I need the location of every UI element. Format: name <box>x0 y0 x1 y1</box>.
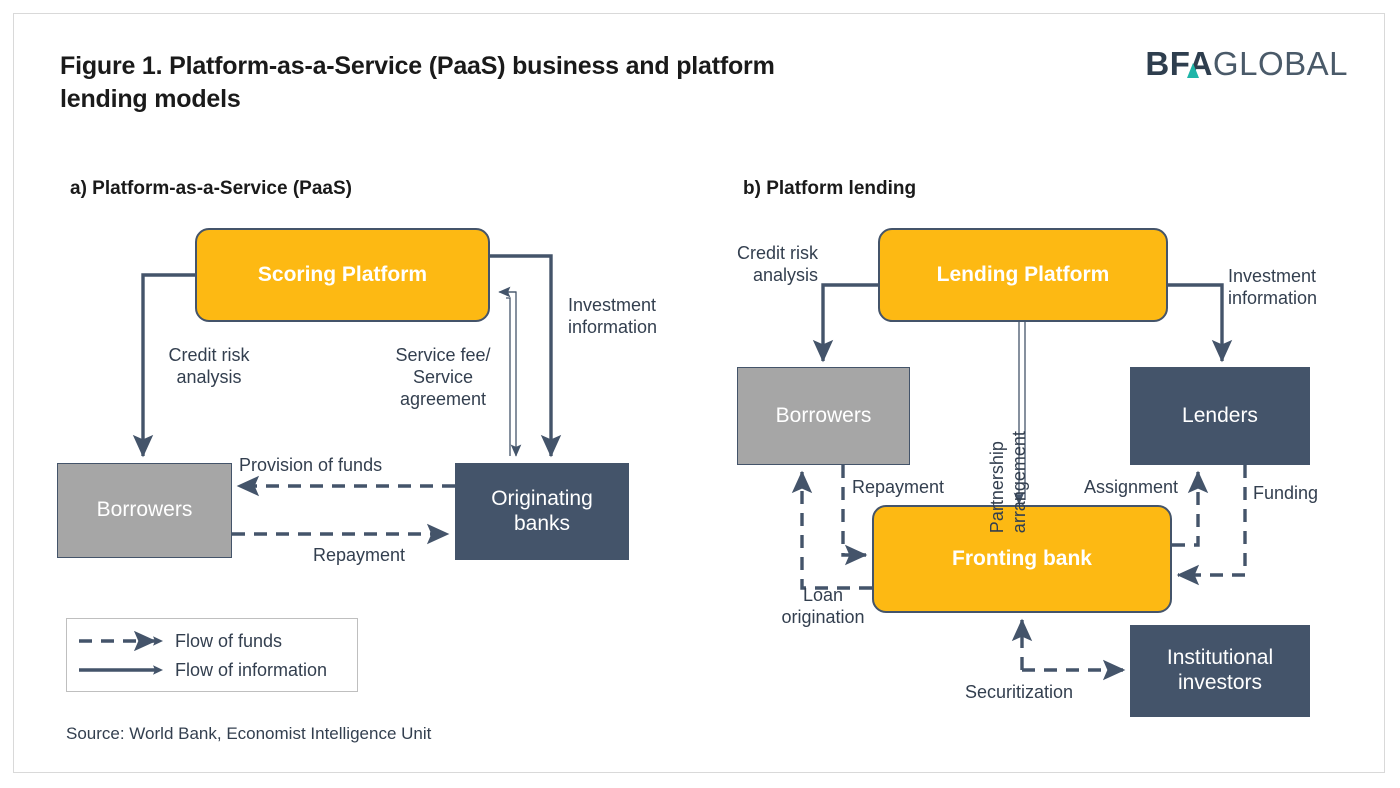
legend-label-information: Flow of information <box>175 659 328 680</box>
label-b-securitization: Securitization <box>965 682 1074 702</box>
panel-a-heading: a) Platform-as-a-Service (PaaS) <box>70 178 352 199</box>
label-a-service-fee: Service fee/ Service agreement <box>395 345 491 409</box>
node-borrowers-a-label: Borrowers <box>96 498 193 522</box>
logo-bfa-text: BFA <box>1145 45 1213 82</box>
node-borrowers-a[interactable]: Borrowers <box>57 463 232 558</box>
label-b-partnership: Partnership arrangement <box>986 431 1029 534</box>
label-b-investment-info: Investment information <box>1228 266 1318 308</box>
label-b-credit-risk: Credit risk analysis <box>736 243 818 285</box>
node-fronting-bank-label: Fronting bank <box>952 547 1092 570</box>
dashed-arrow-icon <box>79 631 163 651</box>
label-b-repayment: Repayment <box>852 477 945 497</box>
solid-arrow-icon <box>79 665 163 675</box>
label-a-credit-risk: Credit risk analysis <box>168 345 250 387</box>
legend-box: Flow of funds Flow of information <box>66 618 358 692</box>
panel-b-heading: b) Platform lending <box>743 178 917 199</box>
node-borrowers-b[interactable]: Borrowers <box>737 367 910 465</box>
node-lending-platform[interactable]: Lending Platform <box>878 228 1168 322</box>
figure-page: Figure 1. Platform-as-a-Service (PaaS) b… <box>0 0 1400 788</box>
node-originating-banks[interactable]: Originating banks <box>455 463 629 560</box>
node-lenders-label: Lenders <box>1182 403 1258 427</box>
source-note: Source: World Bank, Economist Intelligen… <box>66 724 432 743</box>
label-a-provision-of-funds: Provision of funds <box>239 455 383 475</box>
node-institutional-investors[interactable]: Institutional investors <box>1130 625 1310 717</box>
node-originating-banks-label: Originating banks <box>491 486 593 535</box>
node-institutional-investors-label: Institutional investors <box>1166 646 1274 694</box>
bfa-global-logo: BFA GLOBAL <box>1145 47 1348 80</box>
legend-item-information: Flow of information <box>67 656 357 684</box>
page-title: Figure 1. Platform-as-a-Service (PaaS) b… <box>60 52 775 113</box>
node-scoring-platform-label: Scoring Platform <box>257 263 428 286</box>
node-lenders[interactable]: Lenders <box>1130 367 1310 465</box>
label-b-funding: Funding <box>1253 483 1319 503</box>
legend-label-funds: Flow of funds <box>175 630 283 651</box>
label-a-investment-info: Investment information <box>568 295 658 337</box>
label-b-assignment: Assignment <box>1084 477 1179 497</box>
logo-global-text: GLOBAL <box>1212 45 1348 82</box>
node-scoring-platform[interactable]: Scoring Platform <box>195 228 490 322</box>
label-a-repayment: Repayment <box>313 545 406 565</box>
node-lending-platform-label: Lending Platform <box>936 263 1110 286</box>
label-b-loan-origination: Loan origination <box>781 585 865 627</box>
logo-triangle-icon <box>1187 63 1200 78</box>
legend-item-funds: Flow of funds <box>67 627 357 655</box>
node-borrowers-b-label: Borrowers <box>775 403 872 427</box>
